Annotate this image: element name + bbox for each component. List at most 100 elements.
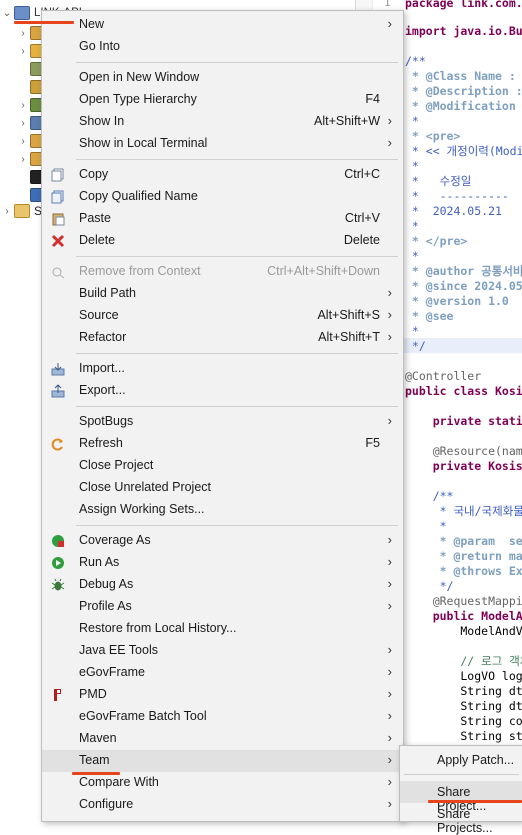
menu-item-label: Open Type Hierarchy: [79, 92, 197, 106]
debug-icon: [50, 577, 66, 593]
expand-arrow-icon[interactable]: ›: [2, 206, 12, 217]
menu-item-open-in-new-window[interactable]: Open in New Window: [42, 67, 403, 89]
menu-item-label: Restore from Local History...: [79, 621, 237, 635]
menu-item-label: Close Unrelated Project: [79, 480, 212, 494]
menu-item-egovframe[interactable]: eGovFrame ›: [42, 662, 403, 684]
menu-item-label: Refresh: [79, 436, 123, 450]
code-line: ModelAndV: [405, 624, 522, 638]
menu-item-refactor[interactable]: Refactor Alt+Shift+T ›: [42, 327, 403, 349]
submenu-arrow-icon: ›: [387, 730, 392, 745]
code-line: *: [405, 249, 419, 263]
menu-item-open-type-hierarchy[interactable]: Open Type Hierarchy F4: [42, 89, 403, 111]
code-line: /**: [405, 54, 426, 68]
code-line: * @param se: [405, 534, 522, 548]
menu-item-compare-with[interactable]: Compare With ›: [42, 772, 403, 794]
menu-item-java-ee-tools[interactable]: Java EE Tools ›: [42, 640, 403, 662]
expand-arrow-icon[interactable]: ›: [18, 28, 28, 39]
menu-item-team[interactable]: Team ›: [42, 750, 403, 772]
code-line: public ModelA: [405, 609, 522, 623]
menu-item-label: Delete: [79, 233, 116, 247]
import-icon: [50, 361, 66, 377]
code-line: * <pre>: [405, 129, 461, 143]
menu-item-shortcut: F5: [365, 436, 380, 450]
menu-item-source[interactable]: Source Alt+Shift+S ›: [42, 305, 403, 327]
menu-item-maven[interactable]: Maven ›: [42, 728, 403, 750]
menu-item-close-project[interactable]: Close Project: [42, 455, 403, 477]
menu-item-shortcut: F4: [365, 92, 380, 106]
refresh-icon: [50, 436, 66, 452]
code-line: * @Modification: [405, 99, 516, 113]
menu-item-spotbugs[interactable]: SpotBugs ›: [42, 411, 403, 433]
menu-item-label: eGovFrame: [79, 665, 145, 679]
menu-item-copy[interactable]: Copy Ctrl+C: [42, 164, 403, 186]
menu-item-shortcut: Ctrl+Alt+Shift+Down: [267, 264, 380, 278]
menu-item-go-into[interactable]: Go Into: [42, 36, 403, 58]
team-submenu: Apply Patch... Share Project... Share Proj…: [399, 745, 522, 835]
line-number: 1: [384, 0, 391, 9]
code-line: */: [405, 579, 454, 593]
menu-separator: [76, 353, 398, 354]
menu-item-label: Close Project: [79, 458, 154, 472]
menu-item-paste[interactable]: Paste Ctrl+V: [42, 208, 403, 230]
menu-item-label: New: [79, 17, 105, 31]
submenu-arrow-icon: ›: [387, 532, 392, 547]
menu-item-remove-from-context: Remove from Context Ctrl+Alt+Shift+Down: [42, 261, 403, 283]
menu-separator: [76, 62, 398, 63]
menu-item-export[interactable]: Export...: [42, 380, 403, 402]
submenu-item-label: Apply Patch...: [437, 753, 515, 767]
submenu-arrow-icon: ›: [387, 576, 392, 591]
menu-item-profile-as[interactable]: Profile As ›: [42, 596, 403, 618]
expand-arrow-icon[interactable]: ›: [18, 118, 28, 129]
expand-arrow-icon[interactable]: ›: [18, 154, 28, 165]
submenu-arrow-icon: ›: [387, 774, 392, 789]
menu-item-show-in-local-terminal[interactable]: Show in Local Terminal ›: [42, 133, 403, 155]
menu-item-restore-from-local-history[interactable]: Restore from Local History...: [42, 618, 403, 640]
remove-context-icon: [50, 264, 66, 280]
menu-item-show-in[interactable]: Show In Alt+Shift+W ›: [42, 111, 403, 133]
menu-item-label: Import...: [79, 361, 125, 375]
submenu-arrow-icon: ›: [387, 708, 392, 723]
coverage-icon: [50, 533, 66, 549]
menu-item-pmd[interactable]: PMD ›: [42, 684, 403, 706]
submenu-item-apply-patch[interactable]: Apply Patch...: [400, 749, 522, 771]
menu-item-delete[interactable]: Delete Delete: [42, 230, 403, 252]
copy-qualified-name-icon: [50, 189, 66, 205]
collapse-arrow-icon[interactable]: ⌄: [2, 8, 12, 19]
menu-item-assign-working-sets[interactable]: Assign Working Sets...: [42, 499, 403, 521]
menu-item-build-path[interactable]: Build Path ›: [42, 283, 403, 305]
tree-row-collapsed[interactable]: › S: [2, 202, 42, 220]
code-line: * ----------: [405, 189, 509, 203]
code-line: String dt: [405, 684, 522, 698]
code-line: String co: [405, 714, 522, 728]
expand-arrow-icon[interactable]: ›: [18, 136, 28, 147]
menu-separator: [76, 525, 398, 526]
menu-item-new[interactable]: New ›: [42, 14, 403, 36]
run-icon: [50, 555, 66, 571]
expand-arrow-icon[interactable]: ›: [18, 46, 28, 57]
menu-item-refresh[interactable]: Refresh F5: [42, 433, 403, 455]
menu-item-egovframe-batch-tool[interactable]: eGovFrame Batch Tool ›: [42, 706, 403, 728]
menu-item-import[interactable]: Import...: [42, 358, 403, 380]
code-line: package link.com.: [405, 0, 522, 10]
submenu-arrow-icon: ›: [387, 796, 392, 811]
menu-item-close-unrelated-project[interactable]: Close Unrelated Project: [42, 477, 403, 499]
menu-item-configure[interactable]: Configure ›: [42, 794, 403, 816]
code-line: String st: [405, 729, 522, 743]
menu-item-copy-qualified-name[interactable]: Copy Qualified Name: [42, 186, 403, 208]
annotation-underline-team: [72, 772, 120, 775]
expand-arrow-icon[interactable]: ›: [18, 100, 28, 111]
submenu-item-share-projects[interactable]: Share Projects...: [400, 803, 522, 835]
menu-item-label: Maven: [79, 731, 117, 745]
menu-item-shortcut: Alt+Shift+W: [314, 114, 380, 128]
code-line: */: [405, 339, 426, 353]
code-line: * 국내/국제화물: [405, 504, 522, 518]
code-line: * @return ma: [405, 549, 522, 563]
code-line: * @throws Ex: [405, 564, 522, 578]
menu-item-coverage-as[interactable]: Coverage As ›: [42, 530, 403, 552]
submenu-arrow-icon: ›: [387, 16, 392, 31]
menu-item-debug-as[interactable]: Debug As ›: [42, 574, 403, 596]
menu-item-shortcut: Delete: [343, 233, 380, 247]
menu-item-run-as[interactable]: Run As ›: [42, 552, 403, 574]
menu-separator: [76, 406, 398, 407]
code-line: *: [405, 114, 419, 128]
